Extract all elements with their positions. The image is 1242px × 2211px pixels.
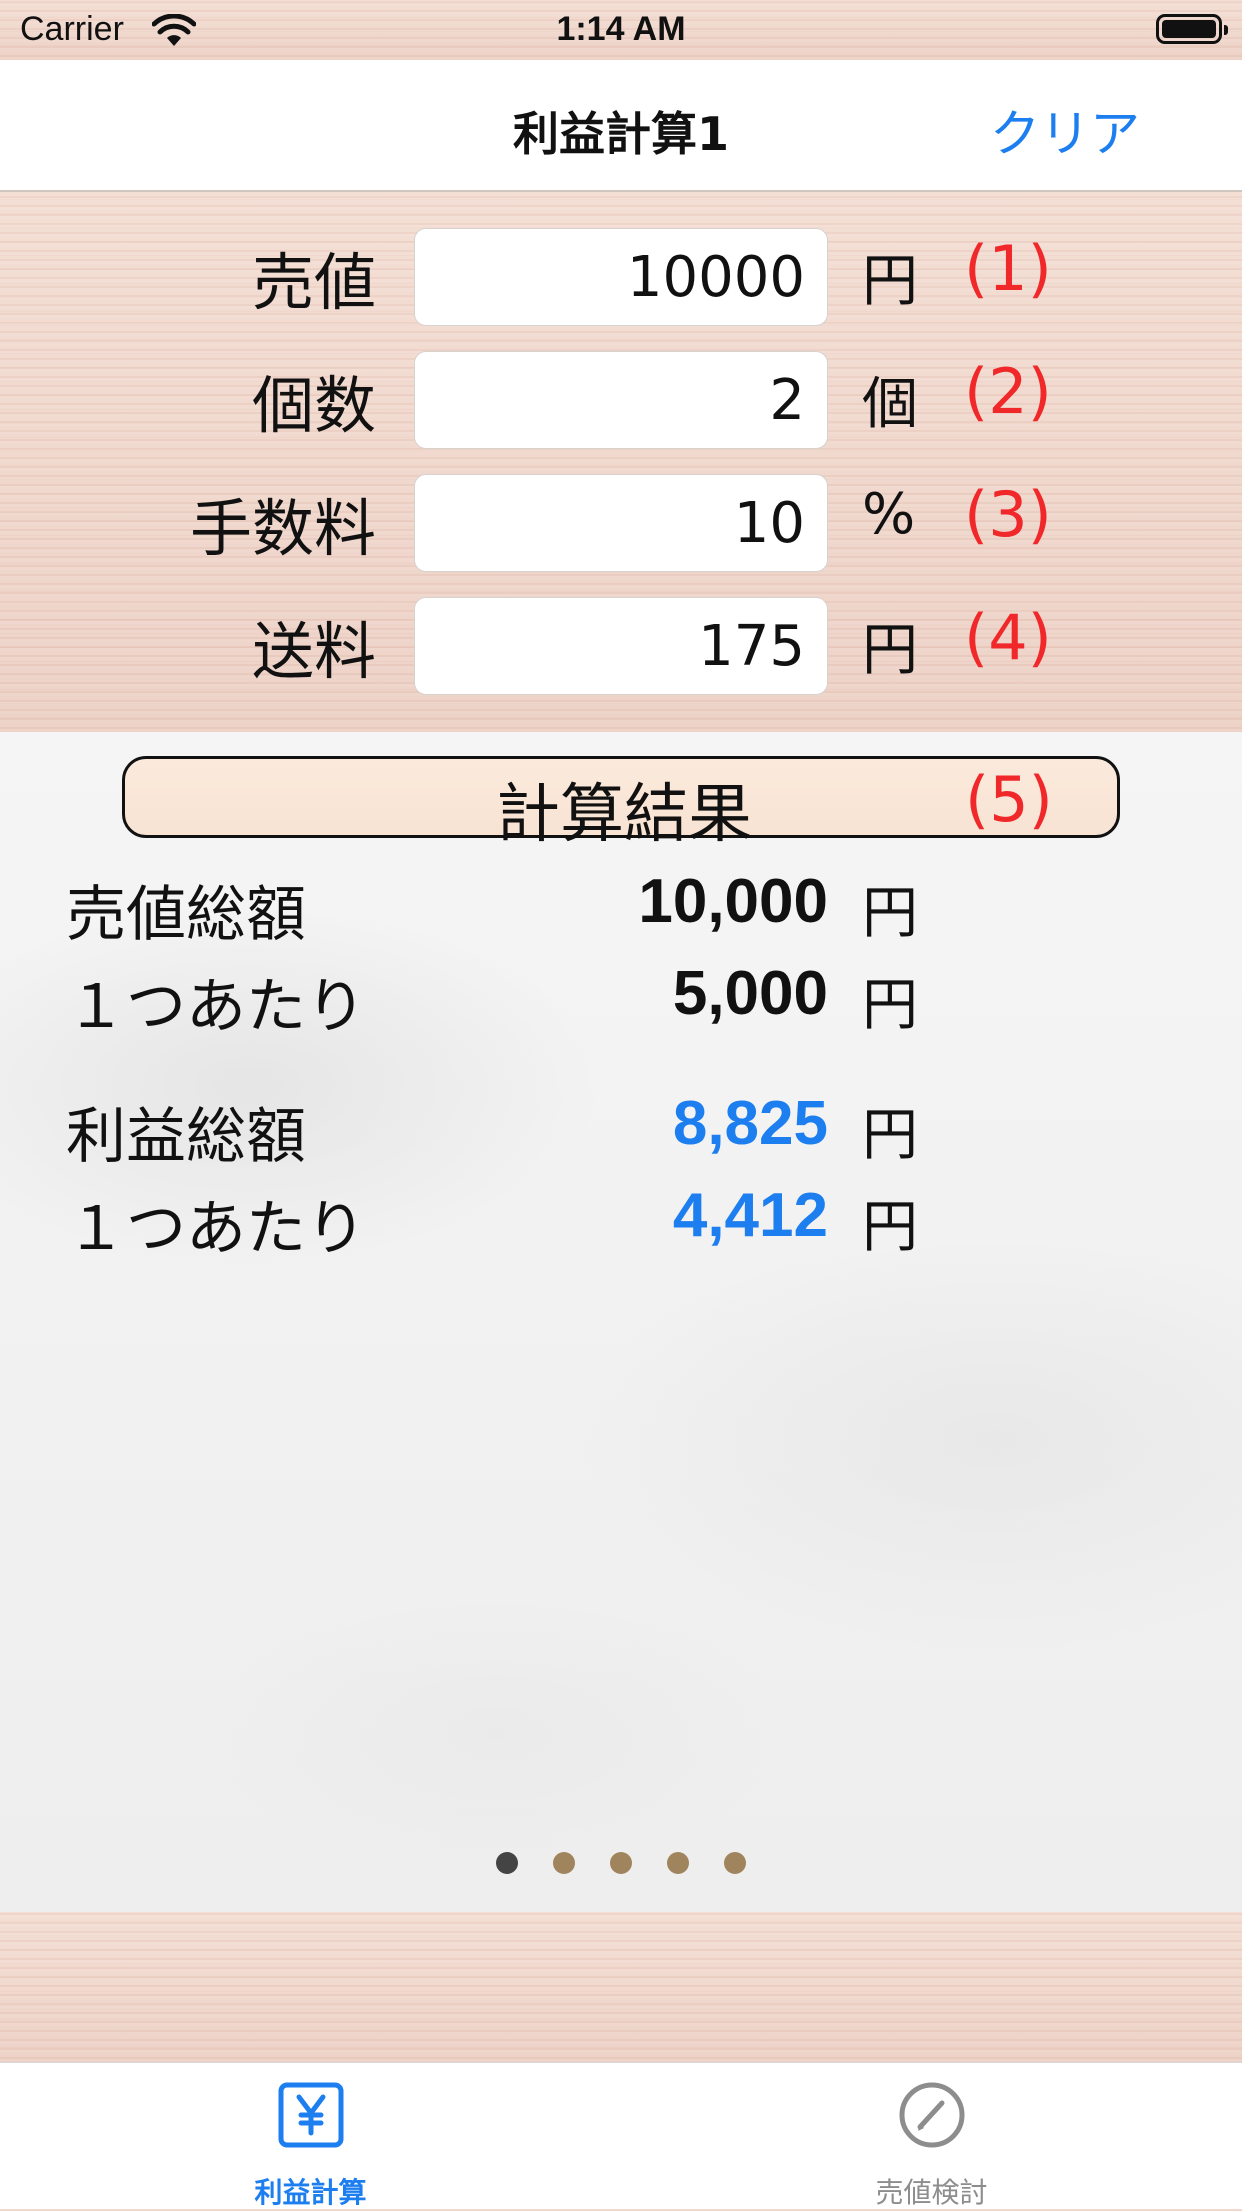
quantity-unit: 個 [862, 372, 918, 437]
results-section: 計算結果 (5) 売値総額 10,000 円 １つあたり 5,000 円 利益総… [0, 732, 1242, 1912]
pencil-circle-icon [899, 2082, 964, 2148]
quantity-number-tag: (2) [964, 355, 1052, 428]
battery-icon [1156, 14, 1228, 44]
shipping-input[interactable]: 175 [414, 597, 828, 695]
bottom-panel [0, 1912, 1242, 2062]
total-profit-unit: 円 [862, 1103, 918, 1168]
sales-per-unit-unit: 円 [862, 973, 918, 1038]
page-indicator[interactable] [0, 1852, 1242, 1878]
tab-price-review[interactable]: 売値検討 [621, 2063, 1242, 2209]
input-row-price: 売値 10000 円 (1) [0, 218, 1242, 326]
tab-price-review-label: 売値検討 [875, 2176, 988, 2209]
tab-profit-calc-label: 利益計算 [254, 2176, 367, 2209]
input-row-quantity: 個数 2 個 (2) [0, 341, 1242, 449]
total-sales-label: 売値総額 [66, 880, 306, 950]
result-row-total-profit: 利益総額 8,825 円 [0, 1088, 1242, 1178]
page-dot[interactable] [724, 1852, 747, 1874]
input-section: 売値 10000 円 (1) 個数 2 個 (2) 手数料 10 % (3) 送… [0, 192, 1242, 732]
profit-per-unit-unit: 円 [862, 1195, 918, 1260]
result-row-total-sales: 売値総額 10,000 円 [0, 866, 1242, 956]
results-header: 計算結果 (5) [122, 756, 1120, 852]
result-row-sales-per-unit: １つあたり 5,000 円 [0, 958, 1242, 1048]
total-sales-value: 10,000 [638, 867, 828, 936]
tab-bar: 利益計算 売値検討 [0, 2062, 1242, 2209]
quantity-input[interactable]: 2 [414, 351, 828, 449]
total-profit-value: 8,825 [672, 1089, 828, 1158]
sales-per-unit-value: 5,000 [672, 959, 828, 1028]
price-unit: 円 [862, 249, 918, 314]
price-number-tag: (1) [964, 232, 1052, 305]
clock: 1:14 AM [556, 10, 686, 48]
results-number-tag: (5) [965, 763, 1053, 836]
yen-icon [278, 2082, 343, 2148]
shipping-number-tag: (4) [964, 601, 1052, 674]
profit-per-unit-value: 4,412 [672, 1181, 828, 1250]
fee-unit: % [862, 482, 916, 547]
fee-label: 手数料 [189, 492, 376, 565]
fee-input[interactable]: 10 [414, 474, 828, 572]
input-row-fee: 手数料 10 % (3) [0, 464, 1242, 572]
navigation-bar: 利益計算1 クリア [0, 60, 1242, 192]
shipping-unit: 円 [862, 618, 918, 683]
profit-per-unit-label: １つあたり [66, 1194, 366, 1264]
input-row-shipping: 送料 175 円 (4) [0, 587, 1242, 695]
tab-profit-calc[interactable]: 利益計算 [0, 2063, 621, 2209]
clear-button[interactable]: クリア [990, 94, 1140, 166]
total-sales-unit: 円 [862, 881, 918, 946]
total-profit-label: 利益総額 [66, 1102, 306, 1172]
page-dot[interactable] [667, 1852, 690, 1874]
shipping-label: 送料 [251, 615, 376, 688]
result-row-profit-per-unit: １つあたり 4,412 円 [0, 1180, 1242, 1270]
page-dot[interactable] [610, 1852, 632, 1874]
quantity-label: 個数 [251, 369, 376, 442]
fee-number-tag: (3) [964, 478, 1052, 551]
price-label: 売値 [251, 246, 376, 319]
page-dot[interactable] [495, 1852, 518, 1874]
sales-per-unit-label: １つあたり [66, 972, 366, 1042]
status-bar: Carrier 1:14 AM [0, 0, 1242, 60]
page-dot[interactable] [552, 1852, 575, 1874]
price-input[interactable]: 10000 [414, 228, 828, 326]
